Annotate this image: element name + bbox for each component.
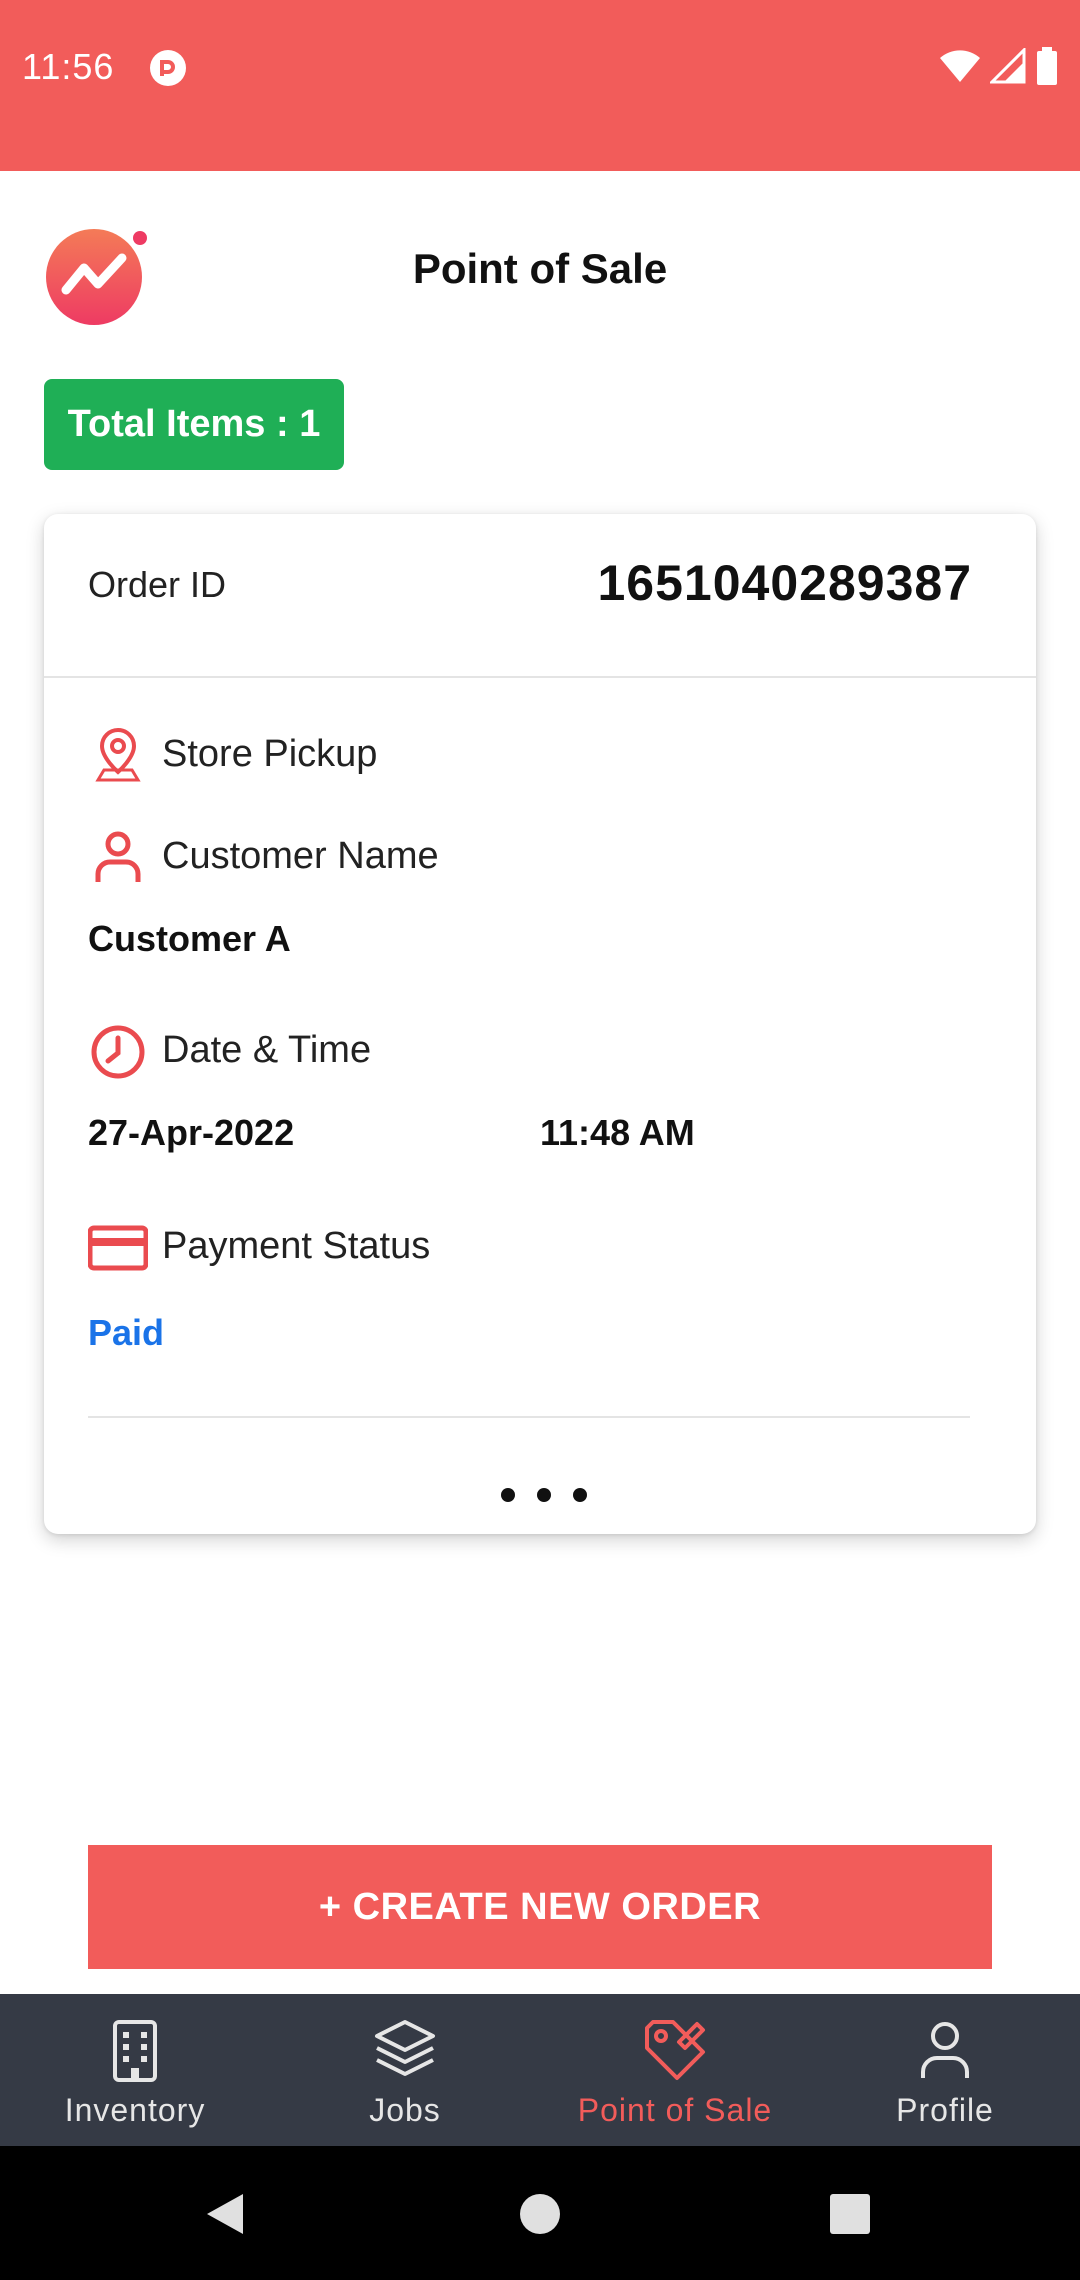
status-icons — [940, 46, 1058, 86]
wifi-icon — [940, 50, 980, 82]
back-icon[interactable] — [203, 2192, 247, 2236]
order-id-value: 1651040289387 — [597, 555, 972, 611]
home-icon[interactable] — [518, 2192, 562, 2236]
recent-apps-icon[interactable] — [828, 2192, 872, 2236]
order-id-row: Order ID 1651040289387 — [44, 514, 1036, 678]
customer-name-label: Customer Name — [162, 834, 439, 877]
nav-item-jobs[interactable]: Jobs — [270, 1994, 540, 2146]
order-card[interactable]: Order ID 1651040289387 Store Pickup Cust… — [44, 514, 1036, 1534]
location-pin-icon — [95, 727, 141, 782]
order-date: 27-Apr-2022 — [88, 1112, 295, 1153]
store-pickup-label: Store Pickup — [162, 732, 378, 775]
more-options-icon[interactable] — [484, 1480, 604, 1510]
order-id-label: Order ID — [88, 564, 227, 605]
clock-icon — [91, 1025, 145, 1079]
card-divider — [88, 1416, 970, 1418]
customer-name-row: Customer Name — [88, 826, 439, 886]
nav-label-profile: Profile — [896, 2092, 994, 2128]
order-time: 11:48 AM — [540, 1112, 695, 1153]
date-time-row: Date & Time — [88, 1020, 371, 1080]
nav-item-profile[interactable]: Profile — [810, 1994, 1080, 2146]
status-bar: 11:56 — [0, 0, 1080, 171]
app-notification-icon — [150, 50, 186, 86]
total-items-badge: Total Items : 1 — [44, 379, 344, 470]
tag-icon — [645, 2020, 705, 2080]
credit-card-icon — [88, 1225, 148, 1271]
layers-icon — [375, 2020, 435, 2076]
battery-icon — [1037, 47, 1057, 85]
status-time: 11:56 — [22, 46, 115, 87]
payment-status-label: Payment Status — [162, 1224, 431, 1267]
system-nav-bar — [0, 2146, 1080, 2280]
page-title: Point of Sale — [412, 245, 668, 292]
person-icon — [921, 2022, 969, 2078]
building-icon — [113, 2020, 157, 2082]
nav-label-point-of-sale: Point of Sale — [577, 2092, 773, 2128]
signal-icon — [990, 48, 1026, 84]
nav-item-inventory[interactable]: Inventory — [0, 1994, 270, 2146]
customer-name-value: Customer A — [88, 918, 291, 959]
payment-status-value: Paid — [88, 1312, 165, 1353]
nav-item-point-of-sale[interactable]: Point of Sale — [540, 1994, 810, 2146]
create-new-order-button[interactable]: + CREATE NEW ORDER — [88, 1845, 992, 1969]
store-pickup-row: Store Pickup — [88, 724, 377, 784]
date-time-label: Date & Time — [162, 1028, 372, 1071]
nav-label-jobs: Jobs — [369, 2092, 441, 2128]
nav-label-inventory: Inventory — [64, 2092, 206, 2128]
person-icon — [95, 831, 141, 882]
bottom-nav: Inventory Jobs Point of Sale Profile — [0, 1994, 1080, 2146]
payment-status-row: Payment Status — [88, 1216, 430, 1276]
